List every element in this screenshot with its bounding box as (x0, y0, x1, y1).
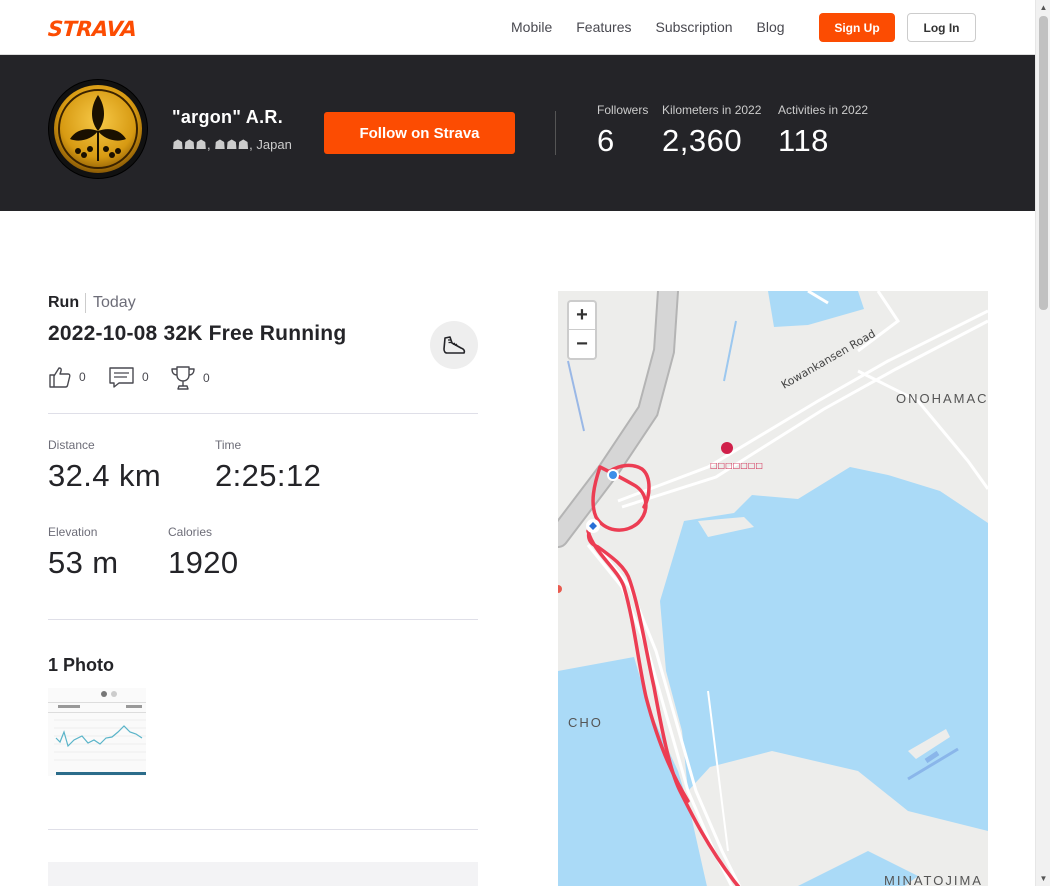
activity-title: 2022-10-08 32K Free Running (48, 322, 347, 345)
zoom-control: + − (567, 300, 597, 360)
comments-count: 0 (142, 370, 149, 384)
calories-label: Calories (168, 525, 213, 539)
distance-value: 32.4 km (48, 458, 162, 493)
area-label: MINATOJIMA (884, 873, 983, 886)
scroll-up-arrow-icon[interactable]: ▲ (1036, 0, 1050, 15)
achievements-count: 0 (203, 371, 210, 385)
nav-link-mobile[interactable]: Mobile (511, 19, 552, 35)
time-label: Time (215, 438, 242, 452)
area-label: ONOHAMAC (896, 391, 988, 406)
follow-button[interactable]: Follow on Strava (324, 112, 515, 154)
scroll-down-arrow-icon[interactable]: ▼ (1036, 871, 1050, 886)
scroll-thumb[interactable] (1039, 16, 1048, 310)
kudos-button[interactable]: 0 (48, 365, 86, 389)
running-shoe-icon (443, 336, 466, 354)
poi-label: □□□□□□□ (710, 461, 763, 470)
activities-label: Activities in 2022 (778, 103, 869, 117)
athlete-location: ☗☗☗, ☗☗☗, Japan (172, 137, 292, 152)
calories-value: 1920 (168, 545, 239, 580)
trophy-icon (171, 366, 195, 390)
kudos-count: 0 (79, 370, 86, 384)
athlete-name[interactable]: "argon" A.R. (172, 107, 283, 128)
elevation-value: 53 m (48, 545, 119, 580)
page-scrollbar[interactable]: ▲ ▼ (1035, 0, 1050, 886)
comment-icon (109, 367, 134, 388)
activity-type: Run (48, 294, 80, 311)
strava-logo[interactable]: STRAVA (47, 17, 137, 41)
comments-button[interactable]: 0 (109, 365, 149, 389)
family-crest-icon (49, 80, 147, 178)
nav-link-features[interactable]: Features (576, 19, 631, 35)
route-map[interactable]: □□□□□□□ Kowankansen Road ONOHAMAC CHO MI… (558, 291, 988, 886)
athlete-header: "argon" A.R. ☗☗☗, ☗☗☗, Japan Follow on S… (0, 55, 1035, 211)
shoe-button[interactable] (430, 321, 478, 369)
followers-value: 6 (597, 123, 615, 158)
log-in-button[interactable]: Log In (907, 13, 976, 42)
kilometers-label: Kilometers in 2022 (662, 103, 762, 117)
photos-heading: 1 Photo (48, 655, 114, 675)
achievements-button[interactable]: 0 (170, 365, 210, 391)
nav-links: Mobile Features Subscription Blog (511, 19, 785, 35)
map-canvas: □□□□□□□ Kowankansen Road (558, 291, 988, 886)
activities-value: 118 (778, 123, 829, 158)
followers-label: Followers (597, 103, 649, 117)
nav-link-subscription[interactable]: Subscription (656, 19, 733, 35)
divider (85, 293, 86, 313)
distance-label: Distance (48, 438, 95, 452)
segments-card (48, 862, 478, 886)
zoom-out-button[interactable]: − (569, 330, 595, 358)
photo-thumbnail[interactable] (48, 688, 146, 776)
divider (48, 829, 478, 830)
athlete-avatar[interactable] (48, 79, 148, 179)
divider (555, 111, 556, 155)
time-value: 2:25:12 (215, 458, 322, 493)
divider (48, 619, 478, 620)
top-nav: STRAVA Mobile Features Subscription Blog… (0, 0, 1035, 55)
photo-image (48, 688, 146, 776)
nav-link-blog[interactable]: Blog (757, 19, 785, 35)
activity-date: Today (93, 294, 136, 311)
thumbs-up-icon (49, 367, 71, 388)
divider (48, 413, 478, 414)
road-label: Kowankansen Road (779, 327, 878, 392)
elevation-label: Elevation (48, 525, 98, 539)
sign-up-button[interactable]: Sign Up (819, 13, 895, 42)
kilometers-value: 2,360 (662, 123, 743, 158)
area-label: CHO (568, 715, 603, 730)
zoom-in-button[interactable]: + (569, 302, 595, 330)
